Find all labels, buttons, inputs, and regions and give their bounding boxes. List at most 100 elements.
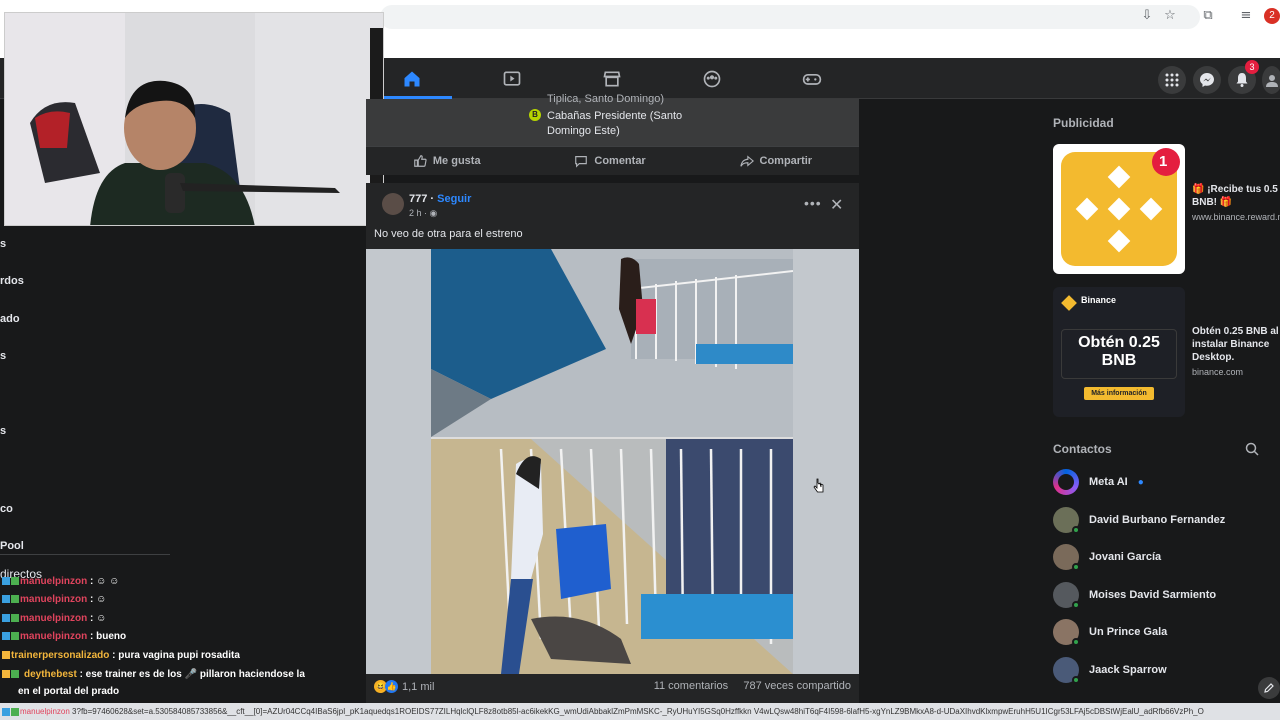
contact-item[interactable]: David Burbano Fernandez (1053, 505, 1225, 535)
contact-name: Jaack Sparrow (1089, 664, 1167, 676)
close-icon[interactable]: ✕ (830, 195, 843, 215)
sidebar-item[interactable]: s (0, 238, 6, 250)
follow-button[interactable]: Seguir (437, 193, 471, 205)
chat-line: manuelpinzon : ☺ (2, 594, 106, 605)
ad-image-binance-desktop[interactable]: Binance Obtén 0.25 BNB Más información (1053, 287, 1185, 417)
like-reaction-icon: 👍 (385, 680, 398, 693)
chat-line: manuelpinzon : ☺ ☺ (2, 576, 119, 587)
ad-cta-button[interactable]: Más información (1084, 387, 1154, 400)
tab-groups[interactable] (662, 58, 762, 99)
ad2-headline: Obtén 0.25 BNB (1078, 334, 1160, 369)
ads-title: Publicidad (1053, 116, 1114, 130)
location-badge: B (529, 109, 541, 121)
chat-message: : bueno (90, 631, 127, 642)
location-text: Cabañas Presidente (Santo Domingo Este) (547, 110, 683, 137)
marketplace-icon (603, 71, 621, 86)
bookmark-star-icon[interactable]: ☆ (1162, 8, 1178, 24)
like-button[interactable]: Me gusta (413, 154, 481, 168)
chat-username: manuelpinzon (20, 707, 70, 716)
comment-button[interactable]: Comentar (574, 154, 646, 168)
contact-item[interactable]: Moises David Sarmiento (1053, 580, 1216, 610)
avatar-icon (1266, 75, 1278, 87)
chat-message: : ☺ (90, 594, 107, 605)
address-bar[interactable] (380, 5, 1200, 29)
meta-ai-icon (1053, 469, 1079, 495)
mouse-cursor-icon (813, 478, 824, 493)
avatar (1053, 507, 1080, 534)
reading-list-icon[interactable]: ≡ (1238, 8, 1254, 24)
like-label: Me gusta (432, 155, 481, 167)
post-text: No veo de otra para el estreno (374, 228, 523, 240)
share-button[interactable]: Compartir (739, 154, 813, 168)
contact-item[interactable]: Jaack Sparrow (1053, 655, 1167, 685)
comment-count[interactable]: 11 comentarios (654, 680, 728, 692)
right-sidebar: Publicidad 1 🎁 ¡Recibe tus 0.5 BNB! 🎁 ww… (1040, 99, 1280, 720)
contact-name: David Burbano Fernandez (1089, 514, 1226, 526)
account-button[interactable] (1262, 66, 1280, 94)
chat-line: trainerpersonalizado : pura vagina pupi … (2, 650, 240, 661)
post-time: 2 h · ◉ (409, 208, 437, 219)
groups-icon (703, 70, 721, 87)
chat-line: deythebest : ese trainer es de los 🎤 pil… (2, 669, 305, 680)
comment-label: Comentar (594, 155, 646, 167)
post-actions: Me gusta Comentar Compartir (366, 146, 859, 175)
ad-text[interactable]: Obtén 0.25 BNB al instalar Binance Deskt… (1192, 325, 1280, 379)
chat-line: manuelpinzon : bueno (2, 631, 126, 642)
sidebar-item[interactable]: co (0, 503, 13, 515)
reaction-count: 1,1 mil (402, 680, 435, 693)
browser-status-url: manuelpinzon 3?fb=97460628&set=a.5305840… (0, 703, 1280, 720)
messenger-button[interactable] (1193, 66, 1221, 94)
notification-count-badge: 3 (1245, 60, 1259, 74)
avatar (1053, 619, 1080, 646)
sidebar-item[interactable]: Pool (0, 540, 24, 552)
ad-brand: Binance (1081, 295, 1117, 305)
location-text: Tiplica, Santo Domingo) (547, 93, 664, 105)
chat-message: en el portal del prado (18, 686, 120, 697)
tab-gaming[interactable] (762, 58, 862, 99)
verified-icon: ● (1137, 476, 1144, 488)
ad-badge: 1 (1159, 153, 1168, 170)
reactions-summary[interactable]: 😆 👍 1,1 mil (374, 680, 434, 693)
sidebar-item[interactable]: s (0, 425, 6, 437)
sidebar-item[interactable]: s (0, 350, 6, 362)
contact-name: Un Prince Gala (1089, 626, 1168, 638)
post-stats: 11 comentarios 787 veces compartido (654, 680, 851, 692)
profile-avatar[interactable]: 2 (1264, 8, 1280, 24)
ad-image-binance[interactable]: 1 (1053, 144, 1185, 274)
post-author: 777 · Seguir (409, 193, 471, 205)
stream-chat-overlay: manuelpinzon : ☺ ☺ manuelpinzon : ☺ manu… (0, 574, 340, 720)
watch-icon (503, 71, 521, 86)
avatar (1053, 657, 1080, 684)
author-avatar[interactable] (382, 193, 404, 215)
home-icon (404, 71, 420, 86)
install-icon[interactable]: ⇩ (1139, 8, 1155, 24)
sidebar-divider (0, 554, 170, 555)
grid-menu-icon (1165, 73, 1179, 87)
ad-text[interactable]: 🎁 ¡Recibe tus 0.5 BNB! 🎁 www.binance.rew… (1192, 183, 1280, 224)
author-name[interactable]: 777 (409, 193, 427, 205)
sidebar-item[interactable]: ado (0, 313, 20, 325)
contact-item-meta-ai[interactable]: Meta AI ● (1053, 467, 1144, 497)
chat-message: : ese trainer es de los 🎤 pillaron hacie… (79, 669, 305, 680)
webcam-overlay (4, 12, 384, 226)
video-frame (431, 249, 793, 674)
binance-logo-icon (1061, 295, 1077, 311)
share-icon (739, 155, 754, 167)
gaming-icon (802, 73, 822, 85)
contact-name: Meta AI (1089, 476, 1128, 488)
search-icon[interactable] (1245, 442, 1259, 456)
sidebar-item[interactable]: rdos (0, 275, 24, 287)
more-options-icon[interactable]: ••• (804, 195, 822, 211)
post-media[interactable] (366, 249, 859, 674)
contact-item[interactable]: Un Prince Gala (1053, 617, 1167, 647)
globe-icon: ◉ (429, 208, 438, 218)
share-label: Compartir (759, 155, 813, 167)
contact-item[interactable]: Jovani García (1053, 542, 1161, 572)
extensions-icon[interactable]: ⧉ (1200, 8, 1216, 24)
menu-button[interactable] (1158, 66, 1186, 94)
share-count[interactable]: 787 veces compartido (743, 680, 851, 692)
messenger-icon (1200, 73, 1214, 87)
comment-icon (575, 156, 588, 168)
new-message-button[interactable] (1258, 677, 1280, 699)
timestamp[interactable]: 2 h · (409, 208, 427, 218)
